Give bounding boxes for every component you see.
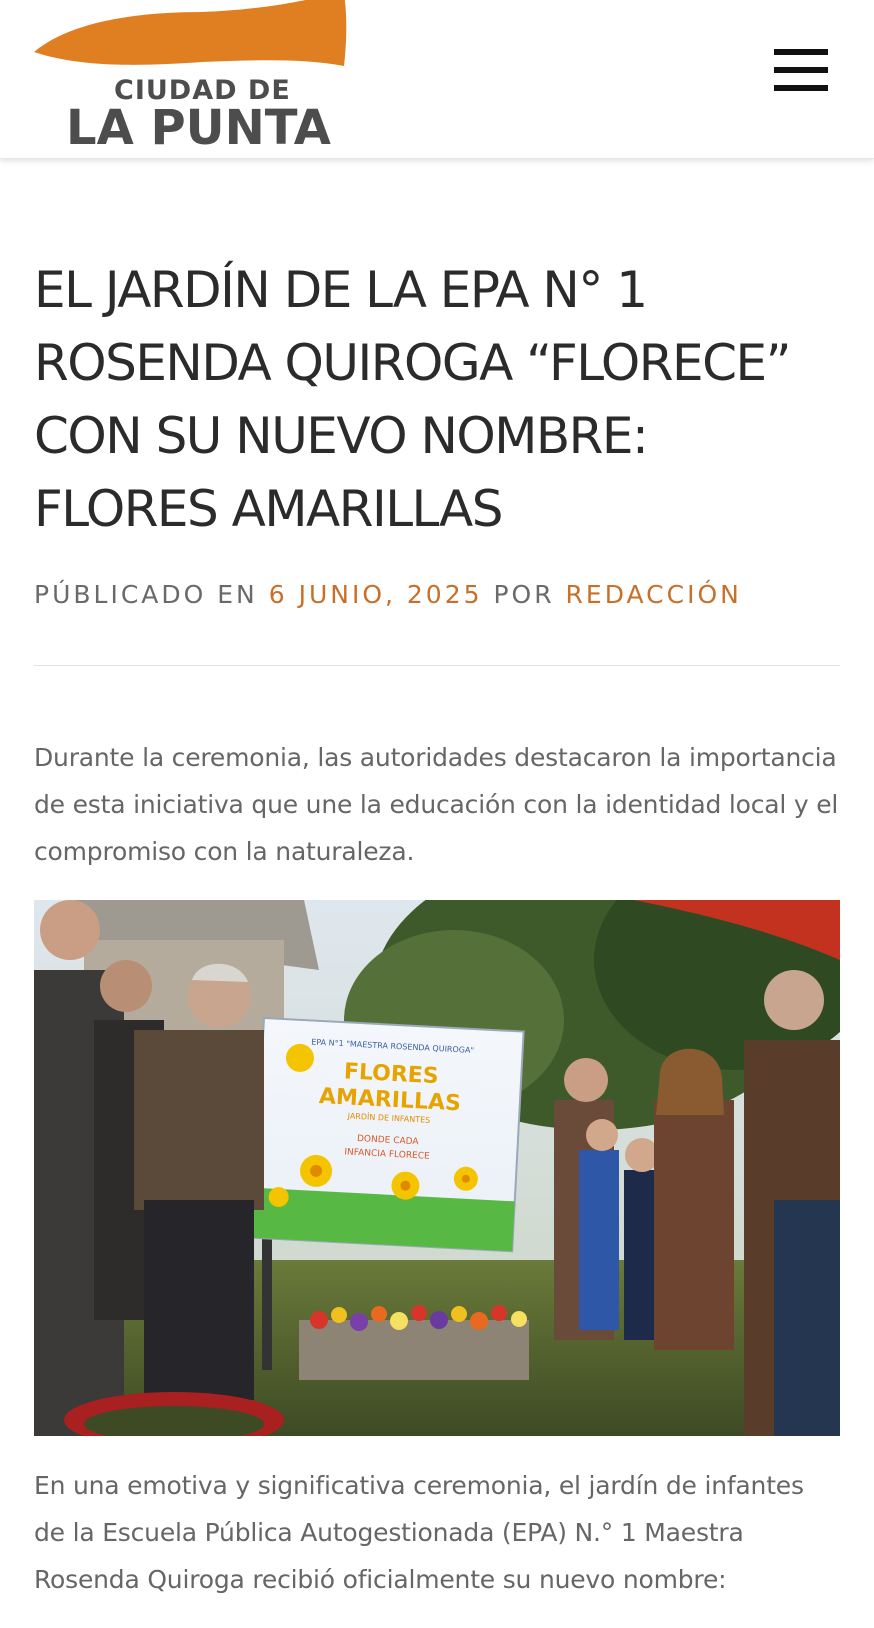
- meta-prefix: PÚBLICADO EN: [34, 580, 258, 609]
- ceremony-photo: EPA N°1 "MAESTRA ROSENDA QUIROGA" FLORES…: [34, 900, 840, 1436]
- article: EL JARDÍN DE LA EPA N° 1 ROSENDA QUIROGA…: [34, 158, 840, 1628]
- article-date-link[interactable]: 6 JUNIO, 2025: [269, 580, 483, 609]
- article-author-link[interactable]: REDACCIÓN: [566, 580, 742, 609]
- logo-text-name: LA PUNTA: [66, 100, 331, 156]
- article-paragraph: En una emotiva y significativa ceremonia…: [34, 1471, 804, 1594]
- hamburger-menu-icon[interactable]: [772, 46, 828, 94]
- article-photo: EPA N°1 "MAESTRA ROSENDA QUIROGA" FLORES…: [34, 900, 840, 1436]
- divider: [34, 665, 840, 666]
- article-paragraph: Durante la ceremonia, las autoridades de…: [34, 743, 839, 866]
- meta-by: POR: [493, 580, 555, 609]
- site-logo[interactable]: CIUDAD DE LA PUNTA: [32, 0, 362, 156]
- site-header: CIUDAD DE LA PUNTA: [0, 0, 874, 159]
- sign-title-line1: FLORES: [343, 1059, 439, 1089]
- article-title: EL JARDÍN DE LA EPA N° 1 ROSENDA QUIROGA…: [34, 261, 791, 538]
- article-meta: PÚBLICADO EN 6 JUNIO, 2025 POR REDACCIÓN: [34, 580, 840, 609]
